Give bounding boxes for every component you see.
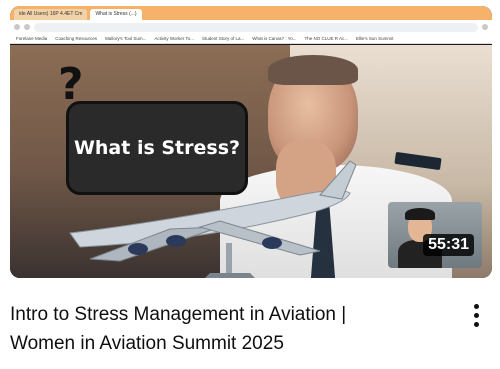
embedded-browser-addressbar (10, 20, 492, 34)
embedded-bookmarks-bar: Forelane Media Coaching Resources Mallor… (10, 34, 492, 44)
profile-icon (482, 24, 488, 30)
more-vert-icon[interactable] (466, 300, 486, 330)
video-title-line: Women in Aviation Summit 2025 (10, 333, 284, 354)
menu-dot (473, 321, 479, 327)
embedded-bookmark: Forelane Media (16, 36, 48, 41)
embedded-browser-tabbar: ide All Users) 16P 4.4ET Cm What is Stre… (10, 6, 492, 20)
embedded-browser-tab: What is Stress (...) (90, 9, 142, 20)
thumbnail-title-text: What is Stress? (73, 137, 241, 159)
pilot-hair (268, 55, 358, 85)
forward-icon (24, 24, 30, 30)
thumbnail-scene: ? What is Stress? (10, 45, 492, 278)
video-title-line: Intro to Stress Management in Aviation | (10, 304, 347, 325)
menu-dot (473, 303, 479, 309)
video-card[interactable]: ide All Users) 16P 4.4ET Cm What is Stre… (0, 0, 500, 369)
embedded-bookmark: The NO CLUE R Ac... (304, 36, 349, 41)
embedded-browser-tab: ide All Users) 16P 4.4ET Cm (14, 9, 88, 20)
menu-dot (473, 312, 479, 318)
embedded-bookmark: Mallory's Tool Sum... (105, 36, 147, 41)
duration-badge: 55:31 (423, 234, 474, 256)
video-thumbnail[interactable]: ide All Users) 16P 4.4ET Cm What is Stre… (10, 6, 492, 278)
speaker-cap (405, 208, 435, 220)
embedded-bookmark: Ellie's Sun Summit (356, 36, 394, 41)
embedded-bookmark: Coaching Resources (55, 36, 98, 41)
back-icon (14, 24, 20, 30)
embedded-bookmark: Activity Worker To... (154, 36, 194, 41)
embedded-bookmark: What is Canva? : Yo... (252, 36, 297, 41)
embedded-bookmark: Student Story of La... (201, 36, 245, 41)
video-title[interactable]: Intro to Stress Management in Aviation |… (10, 300, 430, 358)
embedded-address-field (34, 22, 478, 32)
thumbnail-title-box: What is Stress? (66, 101, 248, 195)
